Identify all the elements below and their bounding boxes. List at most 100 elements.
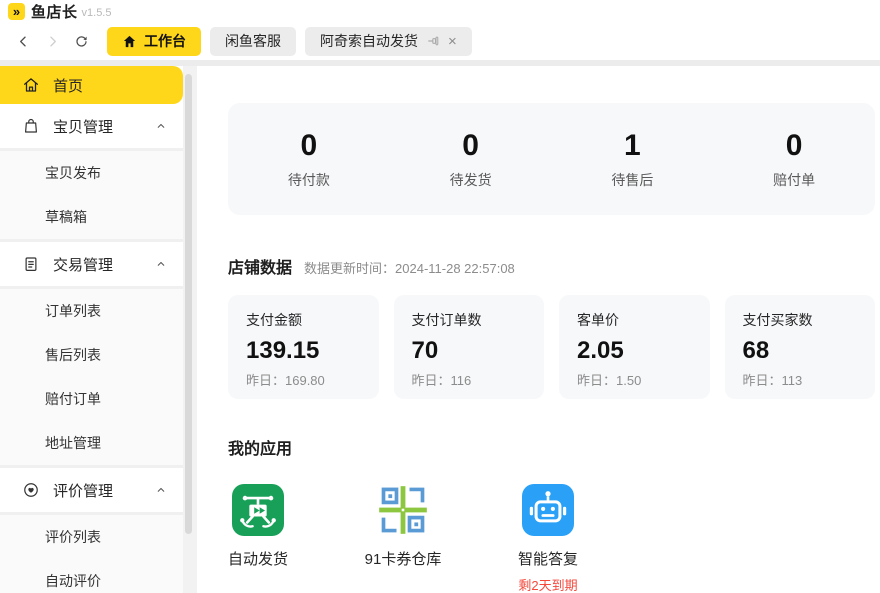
metric-card-paid-orders[interactable]: 支付订单数 70 昨日：116: [394, 295, 545, 399]
nav-forward-button[interactable]: [43, 32, 61, 50]
comment-heart-icon: [22, 481, 40, 499]
metric-card-payment-amount[interactable]: 支付金额 139.15 昨日：169.80: [228, 295, 379, 399]
metric-value: 139.15: [246, 337, 361, 365]
sidebar-item-goods-publish[interactable]: 宝贝发布: [0, 151, 183, 195]
sidebar-submenu-goods: 宝贝发布 草稿箱: [0, 148, 183, 242]
pin-icon[interactable]: [427, 34, 441, 48]
app-expiry-badge: 剩2天到期: [518, 575, 577, 593]
nav-back-button[interactable]: [14, 32, 32, 50]
sidebar-item-label: 地址管理: [45, 433, 101, 453]
chevron-up-icon[interactable]: [155, 258, 167, 270]
sidebar-item-label: 评价管理: [53, 480, 113, 501]
sidebar-item-label: 首页: [53, 75, 83, 96]
metric-yesterday: 昨日：1.50: [577, 370, 692, 389]
sidebar-item-label: 宝贝发布: [45, 163, 101, 183]
tab-workbench[interactable]: 工作台: [107, 27, 201, 56]
tabbar: 工作台 闲鱼客服 阿奇索自动发货 ×: [0, 22, 880, 60]
titlebar: » 鱼店长 v1.5.5: [0, 0, 880, 22]
tab-label: 阿奇索自动发货: [320, 31, 418, 51]
app-label: 91卡券仓库: [365, 548, 442, 569]
app-auto-shipping[interactable]: 自动发货: [228, 484, 288, 593]
tab-list: 工作台 闲鱼客服 阿奇索自动发货 ×: [107, 27, 472, 56]
sidebar-submenu-trade: 订单列表 售后列表 赔付订单 地址管理: [0, 286, 183, 468]
stat-value: 0: [301, 129, 318, 163]
chevron-up-icon[interactable]: [155, 120, 167, 132]
metric-title: 支付买家数: [743, 310, 858, 330]
stat-label: 待发货: [450, 170, 492, 190]
metric-value: 68: [743, 337, 858, 365]
metric-card-paying-buyers[interactable]: 支付买家数 68 昨日：113: [725, 295, 876, 399]
overview-stat-compensation[interactable]: 0 赔付单: [713, 129, 875, 190]
app-title: 鱼店长: [31, 1, 78, 22]
stat-label: 待付款: [288, 170, 330, 190]
metric-card-row: 支付金额 139.15 昨日：169.80 支付订单数 70 昨日：116 客单…: [228, 295, 875, 399]
update-time-label: 数据更新时间：: [304, 261, 395, 276]
sidebar-item-label: 宝贝管理: [53, 116, 113, 137]
refresh-icon: [74, 34, 89, 49]
sidebar-item-trade-management[interactable]: 交易管理: [0, 242, 183, 286]
tab-label: 闲鱼客服: [225, 31, 281, 51]
metric-title: 支付订单数: [412, 310, 527, 330]
bag-icon: [22, 117, 40, 135]
shop-data-header: 店铺数据 数据更新时间：2024-11-28 22:57:08: [228, 254, 875, 278]
metric-yesterday: 昨日：113: [743, 370, 858, 389]
tab-xianyu-service[interactable]: 闲鱼客服: [210, 27, 296, 56]
sidebar-item-aftersale-list[interactable]: 售后列表: [0, 333, 183, 377]
tab-label: 工作台: [144, 31, 186, 51]
my-apps-title: 我的应用: [228, 435, 875, 459]
home-icon: [22, 76, 40, 94]
auto-shipping-robot-icon: [232, 484, 284, 536]
overview-stat-pending-shipment[interactable]: 0 待发货: [390, 129, 552, 190]
stat-value: 0: [786, 129, 803, 163]
home-icon: [122, 34, 137, 49]
refresh-button[interactable]: [72, 32, 90, 50]
card-warehouse-grid-icon: [377, 484, 429, 536]
scrollbar-thumb[interactable]: [185, 74, 192, 534]
shop-data-update-time: 数据更新时间：2024-11-28 22:57:08: [304, 258, 515, 277]
sidebar-item-label: 评价列表: [45, 527, 101, 547]
sidebar-item-label: 订单列表: [45, 301, 101, 321]
overview-stat-pending-payment[interactable]: 0 待付款: [228, 129, 390, 190]
sidebar-item-label: 赔付订单: [45, 389, 101, 409]
stat-label: 待售后: [611, 170, 653, 190]
app-smart-reply[interactable]: 智能答复 剩2天到期: [518, 484, 578, 593]
app-label: 自动发货: [228, 548, 288, 569]
chevron-left-icon: [16, 34, 31, 49]
update-time-value: 2024-11-28 22:57:08: [395, 261, 515, 276]
sidebar-item-home[interactable]: 首页: [0, 66, 183, 104]
stat-label: 赔付单: [773, 170, 815, 190]
sidebar-item-label: 售后列表: [45, 345, 101, 365]
sidebar-item-label: 草稿箱: [45, 207, 87, 227]
overview-card: 0 待付款 0 待发货 1 待售后 0 赔付单: [228, 103, 875, 215]
sidebar-item-label: 交易管理: [53, 254, 113, 275]
sidebar: 首页 宝贝管理 宝贝发布 草稿箱 交易管理: [0, 66, 183, 593]
sidebar-item-review-list[interactable]: 评价列表: [0, 515, 183, 559]
metric-title: 客单价: [577, 310, 692, 330]
stat-value: 0: [462, 129, 479, 163]
metric-title: 支付金额: [246, 310, 361, 330]
document-icon: [22, 255, 40, 273]
sidebar-item-label: 自动评价: [45, 571, 101, 591]
app-label: 智能答复: [518, 548, 578, 569]
metric-card-avg-order-value[interactable]: 客单价 2.05 昨日：1.50: [559, 295, 710, 399]
sidebar-item-goods-management[interactable]: 宝贝管理: [0, 104, 183, 148]
sidebar-item-compensation-orders[interactable]: 赔付订单: [0, 377, 183, 421]
smart-reply-robot-icon: [522, 484, 574, 536]
sidebar-submenu-review: 评价列表 自动评价: [0, 512, 183, 593]
sidebar-item-order-list[interactable]: 订单列表: [0, 289, 183, 333]
sidebar-item-review-management[interactable]: 评价管理: [0, 468, 183, 512]
sidebar-item-auto-review[interactable]: 自动评价: [0, 559, 183, 593]
chevron-up-icon[interactable]: [155, 484, 167, 496]
sidebar-item-address-management[interactable]: 地址管理: [0, 421, 183, 465]
metric-yesterday: 昨日：116: [412, 370, 527, 389]
tab-close-icon[interactable]: ×: [448, 34, 457, 49]
shop-data-title: 店铺数据: [228, 254, 292, 278]
app-version: v1.5.5: [82, 7, 112, 19]
sidebar-item-drafts[interactable]: 草稿箱: [0, 195, 183, 239]
overview-stat-pending-aftersale[interactable]: 1 待售后: [552, 129, 714, 190]
sidebar-scrollbar[interactable]: [183, 66, 197, 593]
app-91-card-warehouse[interactable]: 91卡券仓库: [373, 484, 433, 593]
tab-aqisuo-autoship[interactable]: 阿奇索自动发货 ×: [305, 27, 472, 56]
my-apps-row: 自动发货 91卡券仓库: [228, 484, 875, 593]
main-content: 0 待付款 0 待发货 1 待售后 0 赔付单 店铺数据 数据更新时间：2024…: [197, 66, 880, 593]
